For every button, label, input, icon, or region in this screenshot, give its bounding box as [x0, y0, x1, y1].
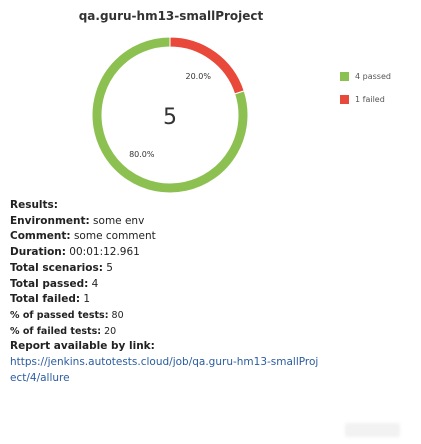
slice-label-failed: 20.0% [186, 72, 212, 81]
duration-row: Duration: 00:01:12.961 [10, 245, 410, 261]
pct-failed-label: % of failed tests: [10, 325, 102, 337]
results-summary: Results: Environment: some env Comment: … [10, 198, 410, 386]
total-scenarios-label: Total scenarios: [10, 261, 103, 274]
comment-row: Comment: some comment [10, 229, 410, 245]
legend-swatch-failed [340, 95, 349, 104]
duration-label: Duration: [10, 246, 66, 259]
report-link[interactable]: https://jenkins.autotests.cloud/job/qa.g… [10, 356, 318, 384]
pct-passed-value: 80 [108, 309, 124, 321]
total-passed-label: Total passed: [10, 277, 89, 290]
total-passed-row: Total passed: 4 [10, 277, 410, 293]
report-label: Report available by link: [10, 340, 155, 353]
legend-item-failed[interactable]: 1 failed [340, 92, 391, 107]
pct-passed-row: % of passed tests: 80 [10, 308, 410, 324]
comment-label: Comment: [10, 230, 71, 243]
environment-row: Environment: some env [10, 214, 410, 230]
legend-label-passed: 4 passed [355, 72, 391, 81]
total-failed-row: Total failed: 1 [10, 292, 410, 308]
total-failed-value: 1 [80, 293, 91, 306]
donut-slice-failed[interactable] [169, 36, 245, 95]
total-failed-label: Total failed: [10, 293, 81, 306]
chart-title: qa.guru-hm13-smallProject [78, 9, 264, 23]
environment-value: some env [89, 214, 145, 227]
total-scenarios-value: 5 [102, 261, 113, 274]
legend-swatch-passed [340, 72, 349, 81]
blurred-corner-region [345, 423, 400, 437]
center-total-value: 5 [163, 105, 177, 130]
duration-value: 00:01:12.961 [65, 246, 140, 259]
total-passed-value: 4 [88, 277, 99, 290]
pct-passed-label: % of passed tests: [10, 309, 109, 321]
comment-value: some comment [70, 230, 156, 243]
pct-failed-value: 20 [101, 325, 117, 337]
chart-legend: 4 passed 1 failed [340, 69, 391, 115]
results-heading: Results: [10, 199, 58, 211]
report-link-line: https://jenkins.autotests.cloud/job/qa.g… [10, 355, 320, 386]
slice-label-passed: 80.0% [129, 150, 155, 159]
donut-chart: 5 20.0% 80.0% [91, 36, 249, 194]
legend-item-passed[interactable]: 4 passed [340, 69, 391, 84]
pct-failed-row: % of failed tests: 20 [10, 324, 410, 340]
legend-label-failed: 1 failed [355, 95, 385, 104]
total-scenarios-row: Total scenarios: 5 [10, 261, 410, 277]
environment-label: Environment: [10, 214, 90, 227]
